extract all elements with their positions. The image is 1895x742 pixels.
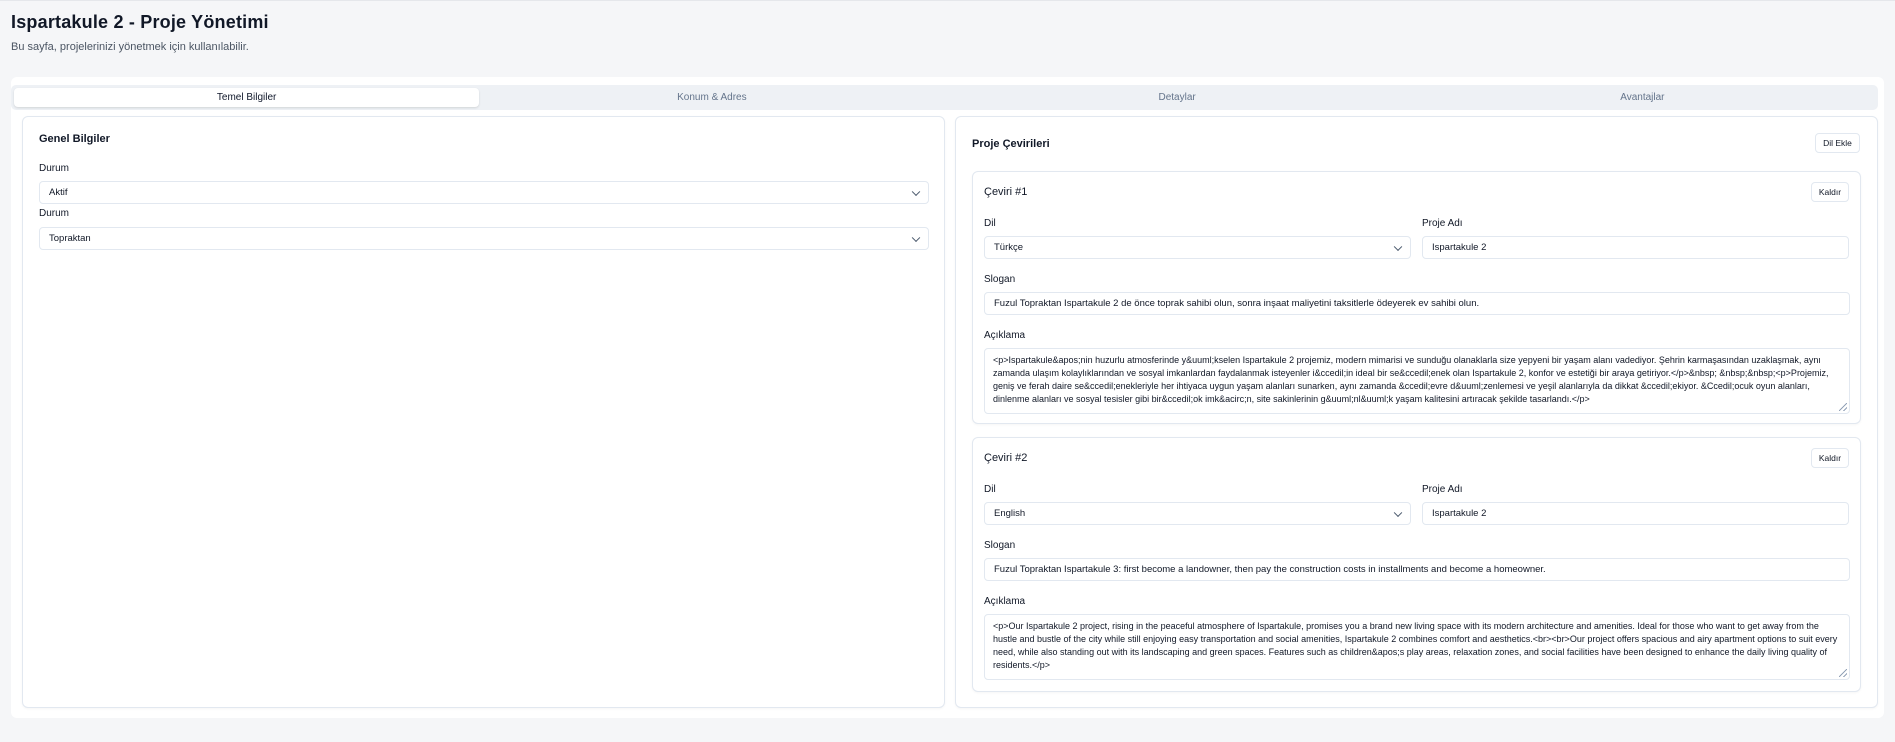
slogan-2-input[interactable]: Fuzul Topraktan Ispartakule 3: first bec… (984, 558, 1850, 581)
slogan-2-label: Slogan (984, 540, 1016, 551)
page-title: Ispartakule 2 - Proje Yönetimi (11, 12, 269, 32)
project-name-1-input[interactable]: Ispartakule 2 (1422, 236, 1849, 259)
translation-card-2: Çeviri #2 Kaldır Dil English Proje Adı I… (972, 437, 1861, 692)
tab-avantajlar[interactable]: Avantajlar (1410, 88, 1875, 107)
project-name-2-label: Proje Adı (1422, 484, 1463, 495)
language-1-value: Türkçe (994, 242, 1024, 253)
chevron-down-icon (1393, 508, 1403, 517)
add-language-button[interactable]: Dil Ekle (1815, 133, 1860, 153)
type-select-value: Topraktan (49, 233, 91, 244)
translation-card-1: Çeviri #1 Kaldır Dil Türkçe Proje Adı Is… (972, 171, 1861, 424)
tab-konum-adres[interactable]: Konum & Adres (479, 88, 944, 107)
description-2-text: <p>Our Ispartakule 2 project, rising in … (993, 621, 1838, 670)
resize-handle-icon[interactable] (1839, 669, 1847, 677)
type-label: Durum (39, 208, 70, 219)
chevron-down-icon (911, 233, 921, 242)
chevron-down-icon (1393, 242, 1403, 251)
language-2-label: Dil (984, 484, 996, 495)
description-1-textarea[interactable]: <p>Ispartakule&apos;nin huzurlu atmosfer… (984, 348, 1850, 414)
remove-translation-1-button[interactable]: Kaldır (1811, 182, 1849, 202)
status-select[interactable]: Aktif (39, 181, 929, 204)
language-2-value: English (994, 508, 1026, 519)
language-2-select[interactable]: English (984, 502, 1411, 525)
page-footer-band (0, 730, 1895, 742)
tab-detaylar[interactable]: Detaylar (945, 88, 1410, 107)
slogan-1-label: Slogan (984, 274, 1016, 285)
translations-card: Proje Çevirileri Dil Ekle Çeviri #1 Kald… (955, 116, 1878, 708)
tab-temel-bilgiler[interactable]: Temel Bilgiler (14, 88, 480, 107)
resize-handle-icon[interactable] (1839, 403, 1847, 411)
translation-2-title: Çeviri #2 (984, 452, 1028, 464)
description-2-label: Açıklama (984, 596, 1026, 607)
description-2-textarea[interactable]: <p>Our Ispartakule 2 project, rising in … (984, 614, 1850, 680)
status-select-value: Aktif (49, 187, 68, 198)
chevron-down-icon (911, 187, 921, 196)
general-info-title: Genel Bilgiler (39, 133, 110, 145)
remove-translation-2-button[interactable]: Kaldır (1811, 448, 1849, 468)
project-name-2-input[interactable]: Ispartakule 2 (1422, 502, 1849, 525)
translations-title: Proje Çevirileri (972, 138, 1050, 150)
project-name-1-label: Proje Adı (1422, 218, 1463, 229)
page-subtitle: Bu sayfa, projelerinizi yönetmek için ku… (11, 41, 249, 53)
description-1-text: <p>Ispartakule&apos;nin huzurlu atmosfer… (993, 355, 1829, 404)
general-info-card: Genel Bilgiler Durum Aktif Durum Toprakt… (22, 116, 945, 708)
language-1-select[interactable]: Türkçe (984, 236, 1411, 259)
slogan-1-input[interactable]: Fuzul Topraktan Ispartakule 2 de önce to… (984, 292, 1850, 315)
description-1-label: Açıklama (984, 330, 1026, 341)
tab-bar: Temel Bilgiler Konum & Adres Detaylar Av… (11, 85, 1878, 110)
translation-1-title: Çeviri #1 (984, 186, 1028, 198)
type-select[interactable]: Topraktan (39, 227, 929, 250)
status-label: Durum (39, 163, 70, 174)
language-1-label: Dil (984, 218, 996, 229)
